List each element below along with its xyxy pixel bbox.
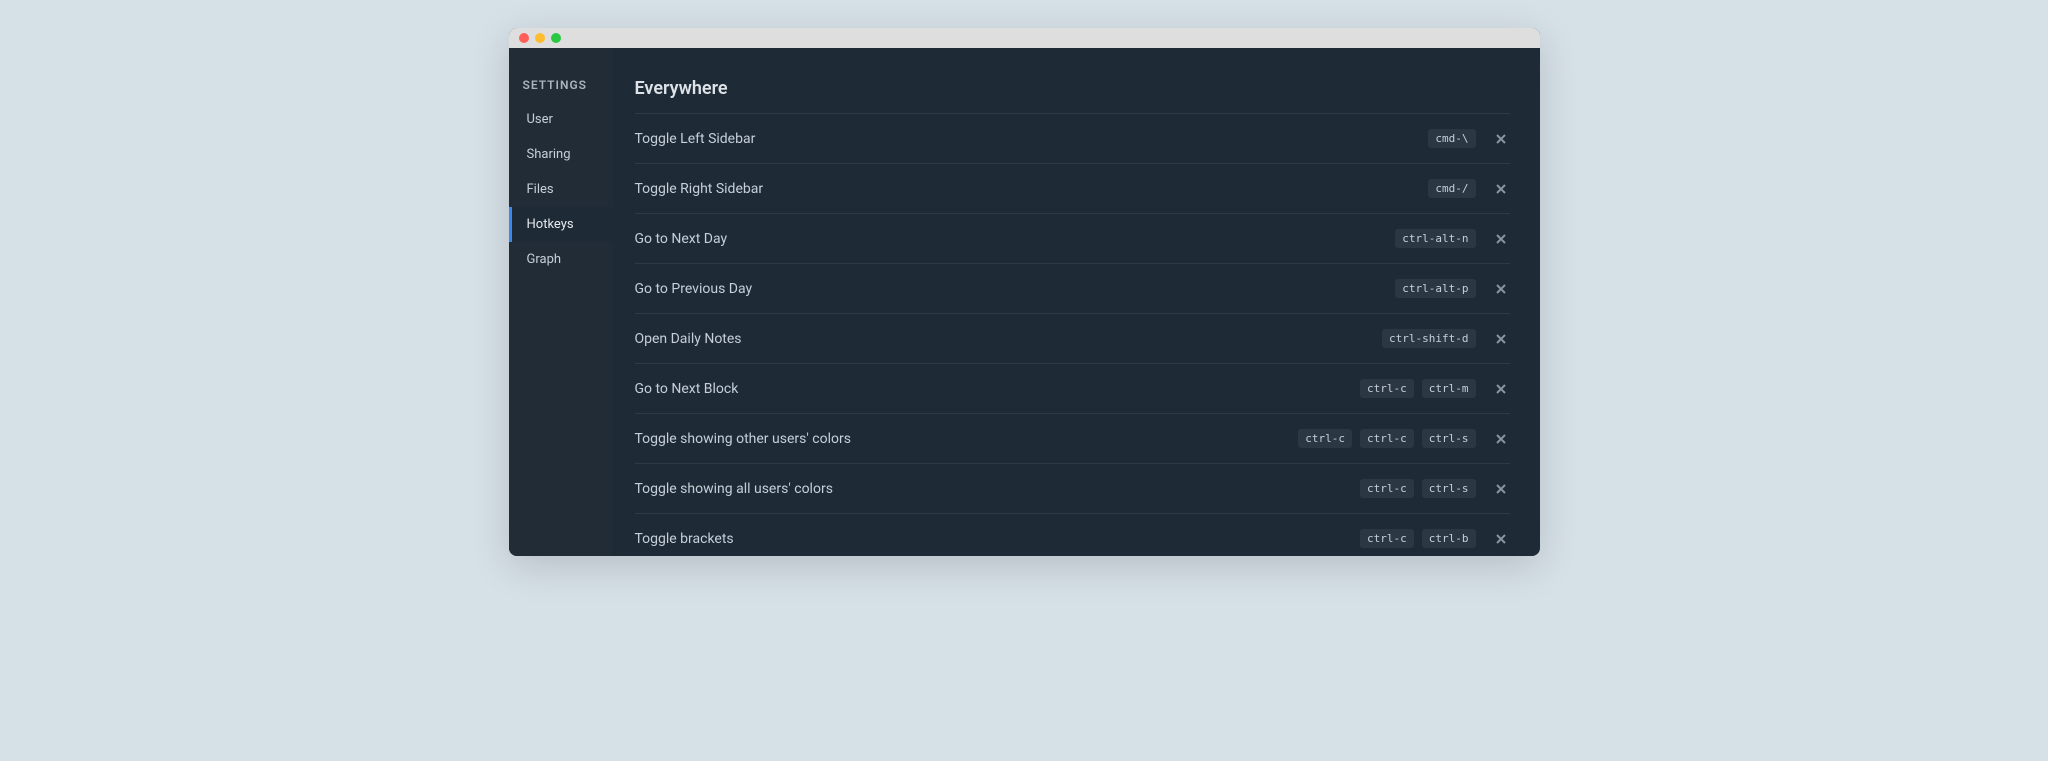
close-icon[interactable] [1492, 380, 1510, 398]
section-title: Everywhere [635, 78, 1510, 114]
close-icon[interactable] [1492, 530, 1510, 548]
hotkey-keys: ctrl-alt-p [1395, 279, 1509, 298]
close-icon[interactable] [1492, 330, 1510, 348]
kbd-chip[interactable]: ctrl-s [1422, 479, 1476, 498]
hotkey-row: Open Daily Notes ctrl-shift-d [635, 314, 1510, 364]
hotkey-keys: ctrl-c ctrl-c ctrl-s [1298, 429, 1509, 448]
hotkey-row: Go to Next Day ctrl-alt-n [635, 214, 1510, 264]
hotkey-label: Toggle showing other users' colors [635, 431, 851, 447]
hotkey-keys: cmd-\ [1428, 129, 1509, 148]
main-panel: Everywhere Toggle Left Sidebarcmd-\Toggl… [613, 48, 1540, 556]
hotkey-keys: ctrl-shift-d [1382, 329, 1509, 348]
hotkey-row: Go to Previous Day ctrl-alt-p [635, 264, 1510, 314]
close-icon[interactable] [1492, 230, 1510, 248]
hotkey-label: Toggle brackets [635, 531, 734, 547]
kbd-chip[interactable]: ctrl-shift-d [1382, 329, 1475, 348]
close-window-button[interactable] [519, 33, 529, 43]
close-icon[interactable] [1492, 180, 1510, 198]
hotkey-keys: cmd-/ [1428, 179, 1509, 198]
close-icon[interactable] [1492, 430, 1510, 448]
kbd-chip[interactable]: ctrl-c [1360, 479, 1414, 498]
close-icon[interactable] [1492, 280, 1510, 298]
hotkey-keys: ctrl-c ctrl-s [1360, 479, 1510, 498]
hotkey-row: Toggle brackets ctrl-c ctrl-b [635, 514, 1510, 556]
sidebar: SETTINGS UserSharingFilesHotkeysGraph [509, 48, 613, 556]
kbd-chip[interactable]: ctrl-c [1360, 529, 1414, 548]
kbd-chip[interactable]: cmd-/ [1428, 179, 1475, 198]
hotkey-keys: ctrl-c ctrl-m [1360, 379, 1510, 398]
kbd-chip[interactable]: ctrl-c [1360, 429, 1414, 448]
hotkey-label: Toggle Right Sidebar [635, 181, 764, 197]
hotkey-row: Go to Next Block ctrl-c ctrl-m [635, 364, 1510, 414]
settings-window: SETTINGS UserSharingFilesHotkeysGraph Ev… [509, 28, 1540, 556]
hotkey-row: Toggle showing other users' colors ctrl-c… [635, 414, 1510, 464]
hotkey-label: Go to Next Block [635, 381, 739, 397]
kbd-chip[interactable]: ctrl-c [1360, 379, 1414, 398]
kbd-chip[interactable]: ctrl-m [1422, 379, 1476, 398]
hotkey-label: Open Daily Notes [635, 331, 742, 347]
hotkey-label: Toggle Left Sidebar [635, 131, 756, 147]
kbd-chip[interactable]: ctrl-c [1298, 429, 1352, 448]
hotkey-keys: ctrl-alt-n [1395, 229, 1509, 248]
close-icon[interactable] [1492, 130, 1510, 148]
kbd-chip[interactable]: ctrl-b [1422, 529, 1476, 548]
kbd-chip[interactable]: ctrl-alt-p [1395, 279, 1475, 298]
kbd-chip[interactable]: ctrl-s [1422, 429, 1476, 448]
sidebar-item-sharing[interactable]: Sharing [509, 137, 613, 172]
sidebar-item-user[interactable]: User [509, 102, 613, 137]
hotkey-label: Go to Previous Day [635, 281, 753, 297]
hotkey-keys: ctrl-c ctrl-b [1360, 529, 1510, 548]
hotkey-label: Go to Next Day [635, 231, 728, 247]
hotkey-label: Toggle showing all users' colors [635, 481, 833, 497]
hotkey-row: Toggle showing all users' colorsctrl-cct… [635, 464, 1510, 514]
titlebar [509, 28, 1540, 48]
minimize-window-button[interactable] [535, 33, 545, 43]
sidebar-item-files[interactable]: Files [509, 172, 613, 207]
sidebar-item-graph[interactable]: Graph [509, 242, 613, 277]
sidebar-item-hotkeys[interactable]: Hotkeys [509, 207, 613, 242]
hotkey-row: Toggle Right Sidebar cmd-/ [635, 164, 1510, 214]
close-icon[interactable] [1492, 480, 1510, 498]
sidebar-title: SETTINGS [509, 78, 613, 102]
hotkey-row: Toggle Left Sidebar cmd-\ [635, 114, 1510, 164]
window-body: SETTINGS UserSharingFilesHotkeysGraph Ev… [509, 48, 1540, 556]
kbd-chip[interactable]: cmd-\ [1428, 129, 1475, 148]
kbd-chip[interactable]: ctrl-alt-n [1395, 229, 1475, 248]
maximize-window-button[interactable] [551, 33, 561, 43]
